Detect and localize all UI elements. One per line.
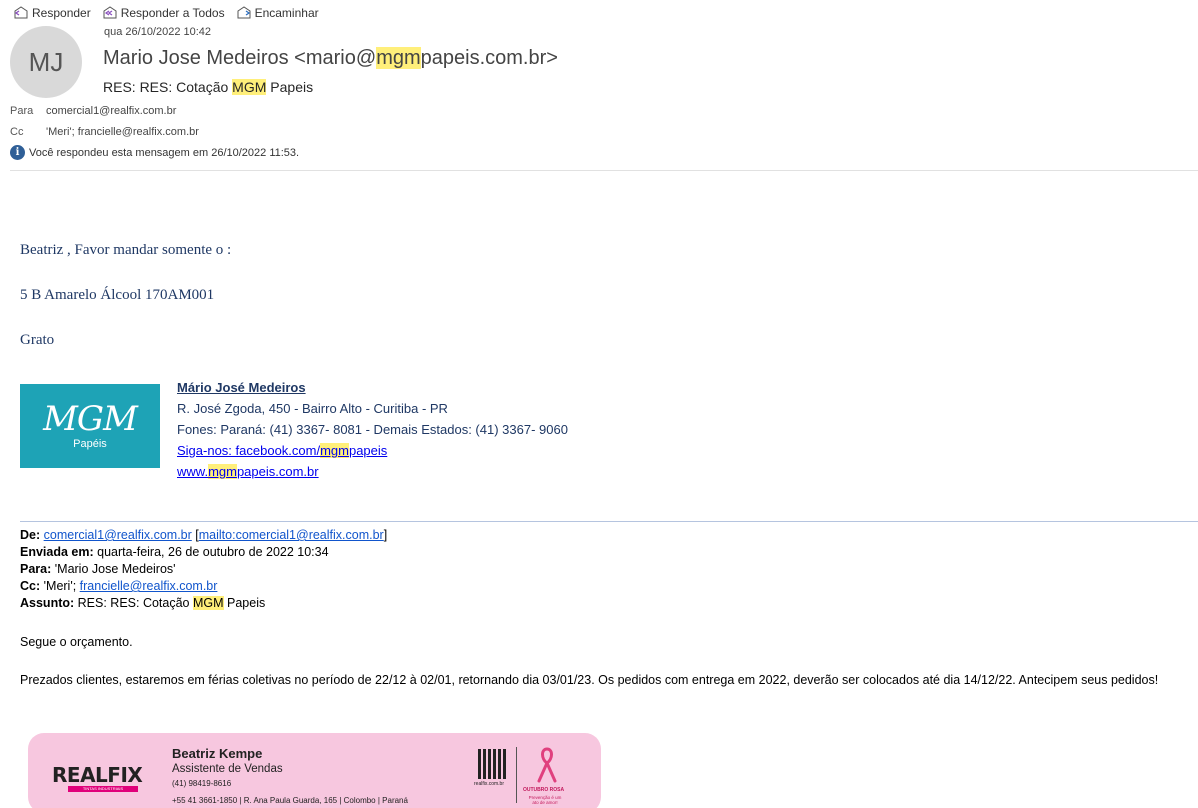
reply-label: Responder [32,6,91,20]
fwd-cc-label: Cc: [20,579,41,593]
search-highlight: mgm [376,47,421,69]
mgm-logo: MGM Papéis [20,384,160,468]
to-recipients[interactable]: comercial1@realfix.com.br [46,105,176,117]
fwd-cc-email-link[interactable]: francielle@realfix.com.br [80,579,218,593]
message-date: qua 26/10/2022 10:42 [104,26,212,38]
sender-avatar[interactable]: MJ [10,26,82,98]
mgm-logo-text: MGM [43,399,138,439]
reply-info-bar[interactable]: i Você respondeu esta mensagem em 26/10/… [10,145,299,160]
pink-ribbon-icon [537,747,557,783]
banner-phone: (41) 98419-8616 [172,779,232,788]
body-line-1: Beatriz , Favor mandar somente o : [20,242,232,258]
from-email-link[interactable]: comercial1@realfix.com.br [44,528,192,542]
body-line-3: Grato [20,332,55,348]
signature-name: Mário José Medeiros [177,380,306,395]
sent-label: Enviada em: [20,545,94,559]
realfix-logo: REALFIX [52,763,143,787]
reply-button[interactable]: Responder [14,4,91,22]
signature-address: R. José Zgoda, 450 - Bairro Alto - Curit… [177,401,448,416]
forwarded-header: De: comercial1@realfix.com.br [mailto:co… [20,528,388,610]
message-subject: RES: RES: Cotação MGM Papeis [103,79,313,95]
forward-label: Encaminhar [254,6,319,20]
site-link-text[interactable]: www. [177,464,208,479]
forward-icon [237,6,251,19]
campaign-title: OUTUBRO ROSA [523,787,565,793]
search-highlight[interactable]: mgm [320,443,349,458]
to-label: Para [10,105,34,117]
search-highlight[interactable]: mgm [208,464,237,479]
fwd-subject-text: RES: RES: Cotação [77,596,193,610]
signature-phones: Fones: Paraná: (41) 3367- 8081 - Demais … [177,422,568,437]
from-label: De: [20,528,41,542]
social-link-text-end[interactable]: papeis [349,443,387,458]
forward-divider [20,521,1198,522]
campaign-subtitle: Prevenção é um ato de amor! [528,795,562,805]
banner-role: Assistente de Vendas [172,763,283,775]
fwd-subject-label: Assunto: [20,596,75,610]
cc-row: Cc 'Meri'; francielle@realfix.com.br [10,126,199,138]
reading-pane-toolbar: Responder Responder a Todos Encaminhar [14,4,319,22]
header-divider [10,170,1198,171]
subject-text-end: Papeis [266,79,314,95]
cc-recipients[interactable]: 'Meri'; francielle@realfix.com.br [46,126,199,138]
info-icon: i [10,145,25,160]
sent-value: quarta-feira, 26 de outubro de 2022 10:3… [97,545,329,559]
signature-social-link[interactable]: Siga-nos: facebook.com/mgmpapeis [177,440,568,461]
reply-all-label: Responder a Todos [120,6,225,20]
qr-url: realfix.com.br [474,781,505,787]
message-paragraph-1: Segue o orçamento. [20,635,133,649]
signature-site-link[interactable]: www.mgmpapeis.com.br [177,461,568,482]
qr-code-icon [478,749,508,779]
reply-all-button[interactable]: Responder a Todos [103,4,225,22]
banner-divider [516,747,517,803]
to-row: Para comercial1@realfix.com.br [10,105,176,117]
sender-name-text-end: papeis.com.br> [420,47,558,69]
forward-button[interactable]: Encaminhar [237,4,319,22]
banner-address: +55 41 3661-1850 | R. Ana Paula Guarda, … [172,796,408,805]
search-highlight: MGM [232,79,267,95]
banner-name: Beatriz Kempe [172,746,263,761]
body-line-2: 5 B Amarelo Álcool 170AM001 [20,287,215,303]
signature-block: Mário José Medeiros R. José Zgoda, 450 -… [177,377,568,482]
cc-label: Cc [10,126,24,138]
fwd-to-value: 'Mario Jose Medeiros' [54,562,176,576]
subject-text: RES: RES: Cotação [103,79,233,95]
realfix-signature-banner: REALFIX TINTAS INDUSTRIAIS Beatriz Kempe… [28,733,601,808]
reply-all-icon [103,6,117,19]
social-link-text[interactable]: Siga-nos: facebook.com/ [177,443,320,458]
fwd-to-label: Para: [20,562,52,576]
reply-icon [14,6,28,19]
sender-name[interactable]: Mario Jose Medeiros <mario@mgmpapeis.com… [103,47,558,70]
fwd-subject-text-end: Papeis [223,596,266,610]
realfix-logo-sub: TINTAS INDUSTRIAIS [68,786,138,792]
site-link-text-end[interactable]: papeis.com.br [237,464,319,479]
from-mailto-link[interactable]: mailto:comercial1@realfix.com.br [199,528,384,542]
message-paragraph-2: Prezados clientes, estaremos em férias c… [20,673,1159,687]
sender-name-text: Mario Jose Medeiros <mario@ [103,47,377,69]
fwd-cc-value: 'Meri'; [43,579,80,593]
reply-info-text: Você respondeu esta mensagem em 26/10/20… [29,146,300,159]
search-highlight: MGM [192,596,224,610]
mgm-logo-sub: Papéis [73,438,107,450]
